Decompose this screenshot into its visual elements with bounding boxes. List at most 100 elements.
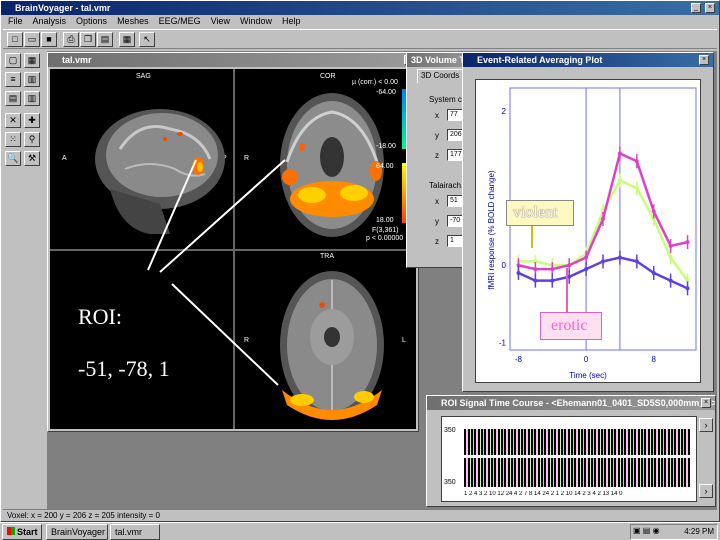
timecourse-scroll-down[interactable]: › [699, 484, 713, 498]
data-point [685, 286, 690, 291]
y-tick-label: 2 [502, 107, 507, 116]
timecourse-y-bottom: 350 [444, 479, 456, 486]
data-point [617, 151, 622, 156]
x-tick-label: 8 [652, 355, 657, 364]
timecourse-plot[interactable]: 350 350 1 2 4 3 2 10 12 24 4 2 7 8 14 24… [441, 416, 697, 502]
sys-y-label: y [435, 131, 439, 140]
palette-stack-icon[interactable]: ▤ [5, 91, 21, 106]
menu-eegmeg[interactable]: EEG/MEG [154, 14, 206, 28]
menu-view[interactable]: View [206, 14, 235, 28]
system-tray: ▣ ▤ ◉ 4:29 PM [630, 524, 718, 540]
timecourse-titlebar[interactable]: ROI Signal Time Course - <Ehemann01_0401… [427, 396, 715, 410]
palette-link-icon[interactable]: ⚲ [24, 132, 40, 147]
roi-label: ROI: [78, 304, 122, 329]
timecourse-close-button[interactable]: × [701, 398, 711, 408]
palette-tools-icon[interactable]: ⚒ [24, 151, 40, 166]
violent-annotation: violent [506, 200, 574, 226]
data-point [550, 267, 555, 272]
colorbar-val1: 64.00 [376, 163, 394, 170]
palette-single-view-icon[interactable]: ▢ [5, 53, 21, 68]
coords-tab[interactable]: 3D Coords [417, 69, 467, 83]
x-tick-label: -8 [515, 355, 523, 364]
data-point [668, 255, 673, 260]
palette-nav-icon[interactable]: ✚ [24, 113, 40, 128]
colorbar-stat: F(3,361) [372, 227, 399, 234]
erp-title: Event-Related Averaging Plot [477, 55, 603, 65]
palette-grid-view-icon[interactable]: ▦ [24, 53, 40, 68]
status-text: Voxel: x = 200 y = 206 z = 205 intensity… [7, 511, 160, 520]
open-file-icon[interactable]: ▭ [24, 32, 40, 47]
data-point [584, 255, 589, 260]
erp-close-button[interactable]: × [699, 55, 709, 65]
erp-titlebar[interactable]: Event-Related Averaging Plot [463, 53, 713, 67]
menu-options[interactable]: Options [71, 14, 112, 28]
erp-window: Event-Related Averaging Plot × -8 0 8 2 0 -1 … [462, 52, 714, 392]
sys-z-label: z [435, 151, 439, 160]
save-icon[interactable]: ■ [41, 32, 57, 47]
tray-icons[interactable]: ▣ ▤ ◉ [631, 526, 660, 535]
timecourse-scroll-up[interactable]: › [699, 418, 713, 432]
palette-cross-icon[interactable]: ✕ [5, 113, 21, 128]
paste-icon[interactable]: ▤ [97, 32, 113, 47]
data-point [550, 278, 555, 283]
palette-slices-icon[interactable]: ≡ [5, 72, 21, 87]
colorbar-header: µ (corr.) < 0.00 [352, 79, 398, 86]
start-button[interactable]: Start [2, 524, 42, 540]
data-point [516, 270, 521, 275]
x-tick-label: 0 [584, 355, 589, 364]
data-point [567, 263, 572, 268]
menu-help[interactable]: Help [277, 14, 306, 28]
erotic-pointer [566, 268, 568, 312]
tal-y-label: y [435, 217, 439, 226]
info-icon[interactable]: ▦ [119, 32, 135, 47]
palette-columns-icon[interactable]: ▥ [24, 91, 40, 106]
erotic-annotation-text: erotic [551, 317, 588, 334]
minimize-button[interactable]: _ [691, 3, 701, 13]
menu-file[interactable]: File [3, 14, 28, 28]
clock: 4:29 PM [684, 527, 714, 536]
violent-pointer [531, 226, 533, 248]
taskbar-talvmr[interactable]: tal.vmr [110, 524, 160, 540]
menu-meshes[interactable]: Meshes [112, 14, 154, 28]
data-point [601, 217, 605, 221]
y-tick-label: -1 [499, 338, 507, 347]
vmr-titlebar[interactable]: tal.vmr [48, 53, 418, 67]
menu-window[interactable]: Window [235, 14, 277, 28]
app-titlebar[interactable]: BrainVoyager - tal.vmr [1, 1, 719, 15]
tra-label: TRA [320, 253, 334, 260]
data-point [617, 255, 622, 260]
toolbar: □ ▭ ■ ⎙ ❐ ▤ ▦ ↖ [3, 29, 717, 49]
menu-analysis[interactable]: Analysis [28, 14, 72, 28]
data-point [668, 278, 673, 283]
orient-a-label: A [62, 155, 67, 162]
palette-dots-icon[interactable]: ⁙ [5, 132, 21, 147]
taskbar: Start BrainVoyager tal.vmr ▣ ▤ ◉ 4:29 PM [0, 522, 720, 540]
taskbar-talvmr-label: tal.vmr [115, 527, 142, 537]
close-button[interactable]: × [705, 3, 715, 13]
violent-annotation-text: violent [513, 204, 558, 221]
data-point [634, 159, 639, 164]
tool-palette: ▢ ▦ ≡ ▥ ▤ ▥ ✕ ✚ ⁙ ⚲ 🔍 ⚒ [3, 51, 45, 173]
new-file-icon[interactable]: □ [7, 32, 23, 47]
data-point [533, 278, 538, 283]
timecourse-window: ROI Signal Time Course - <Ehemann01_0401… [426, 395, 716, 507]
sagittal-brain-image[interactable] [90, 89, 230, 239]
palette-multi-icon[interactable]: ▥ [24, 72, 40, 87]
colorbar-mid: -18.00 [376, 143, 396, 150]
palette-zoom-icon[interactable]: 🔍 [5, 151, 21, 166]
timecourse-signal-line [464, 455, 690, 458]
transverse-brain-image[interactable] [272, 265, 392, 425]
y-tick-label: 0 [502, 261, 507, 270]
menu-bar: File Analysis Options Meshes EEG/MEG View Wind… [3, 14, 717, 28]
coronal-brain-image[interactable] [272, 87, 392, 242]
sag-label: SAG [136, 73, 151, 80]
tal-z-label: z [435, 237, 439, 246]
taskbar-brainvoyager[interactable]: BrainVoyager [46, 524, 108, 540]
data-point [617, 178, 622, 183]
pointer-icon[interactable]: ↖ [139, 32, 155, 47]
timecourse-title: ROI Signal Time Course - <Ehemann01_0401… [441, 398, 715, 408]
copy-icon[interactable]: ❐ [80, 32, 96, 47]
print-icon[interactable]: ⎙ [63, 32, 79, 47]
tal-x-label: x [435, 197, 439, 206]
coords-tab-label: 3D Coords [421, 71, 460, 80]
